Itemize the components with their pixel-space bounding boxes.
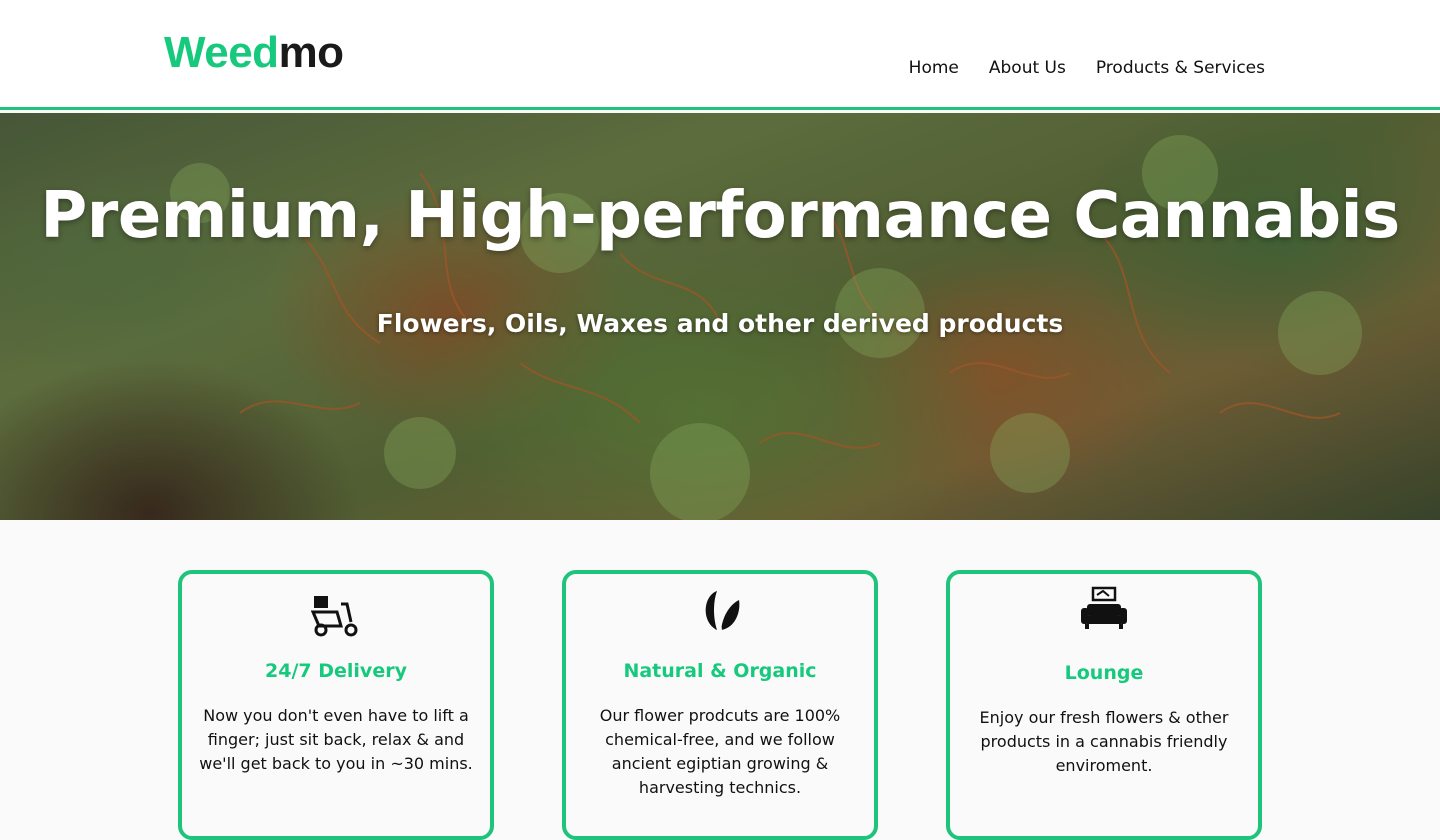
hero-banner: Premium, High-performance Cannabis Flowe… <box>0 113 1440 520</box>
main-nav: Home About Us Products & Services <box>909 58 1265 78</box>
feature-description: Now you don't even have to lift a finger… <box>199 706 473 773</box>
nav-link-products-services[interactable]: Products & Services <box>1096 58 1265 78</box>
nav-link-about-us[interactable]: About Us <box>989 58 1066 78</box>
sofa-icon <box>1081 586 1127 629</box>
hero-title: Premium, High-performance Cannabis <box>40 179 1400 253</box>
feature-title: Lounge <box>1064 662 1144 684</box>
logo-part-weed: Weed <box>164 28 279 77</box>
feature-title: Natural & Organic <box>623 660 817 682</box>
leaf-icon <box>705 591 740 631</box>
feature-description: Our flower prodcuts are 100% chemical-fr… <box>599 706 841 797</box>
feature-description: Enjoy our fresh flowers & other products… <box>979 708 1229 775</box>
nav-link-home[interactable]: Home <box>909 58 959 78</box>
delivery-scooter-icon <box>311 596 358 637</box>
feature-card-delivery: 24/7 Delivery Now you don't even have to… <box>178 570 494 840</box>
feature-title: 24/7 Delivery <box>265 660 407 682</box>
feature-card-lounge: Lounge Enjoy our fresh flowers & other p… <box>946 570 1262 840</box>
site-header: Weedmo Home About Us Products & Services <box>0 0 1440 110</box>
logo[interactable]: Weedmo <box>164 28 344 78</box>
logo-part-mo: mo <box>278 28 345 77</box>
hero-subtitle: Flowers, Oils, Waxes and other derived p… <box>376 309 1064 338</box>
feature-card-natural-organic: Natural & Organic Our flower prodcuts ar… <box>562 570 878 840</box>
